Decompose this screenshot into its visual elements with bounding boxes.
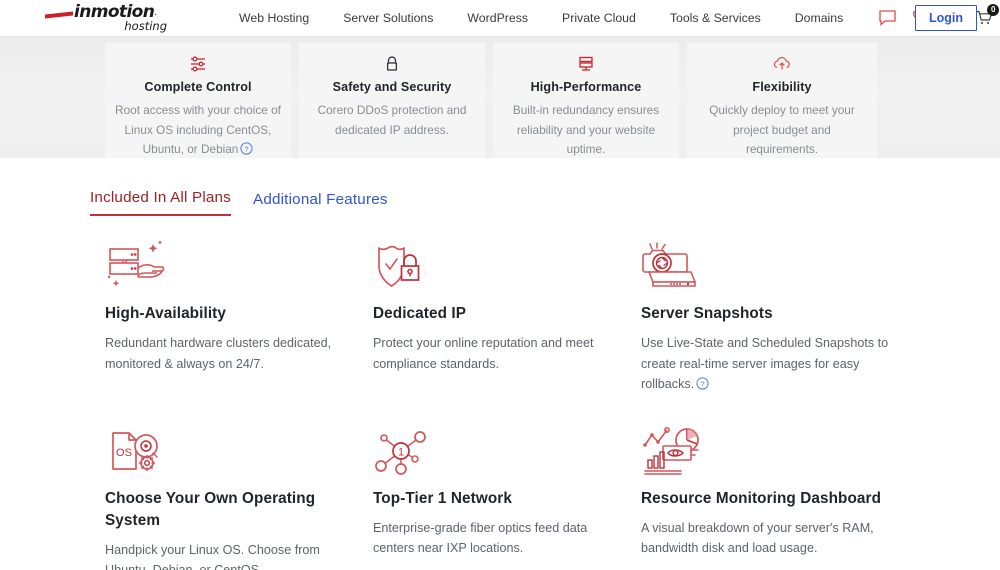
banner-card-safety-security: Safety and Security Corero DDoS protecti… [299, 43, 485, 158]
feature-server-snapshots: Server Snapshots Use Live-State and Sche… [641, 240, 909, 397]
feature-desc: Protect your online reputation and meet … [373, 336, 594, 371]
feature-title: Resource Monitoring Dashboard [641, 489, 882, 507]
banner-card-desc-text: Root access with your choice of Linux OS… [115, 103, 281, 156]
banner-card-complete-control: Complete Control Root access with your c… [105, 43, 291, 158]
banner-card-desc: Corero DDoS protection and dedicated IP … [317, 103, 467, 137]
feature-title: Choose Your Own Operating System [105, 489, 316, 529]
tab-additional-features[interactable]: Additional Features [253, 191, 388, 216]
banner-card-title: Complete Control [144, 80, 252, 94]
shield-padlock-icon [373, 240, 621, 296]
feature-desc: Enterprise-grade fiber optics feed data … [373, 520, 588, 556]
feature-high-availability: High-Availability Redundant hardware clu… [105, 240, 373, 397]
logo-dot: . [154, 7, 158, 18]
server-rack-icon [503, 54, 669, 74]
cloud-upload-icon [697, 54, 867, 74]
banner-card-desc: Root access with your choice of Linux OS… [115, 101, 281, 162]
logo-dash-icon [45, 11, 73, 18]
banner-card-high-performance: High-Performance Built-in redundancy ens… [493, 43, 679, 158]
cart-icon[interactable]: 0 [975, 4, 1000, 27]
feature-desc: Redundant hardware clusters dedicated, m… [105, 336, 332, 371]
server-in-hand-icon [105, 240, 353, 296]
feature-tabs: Included In All Plans Additional Feature… [90, 189, 1000, 216]
lock-icon [309, 54, 475, 74]
banner-card-group: Complete Control Root access with your c… [105, 43, 877, 158]
banner-card-title: High-Performance [530, 80, 642, 94]
inmotion-hosting-logo[interactable]: inmotion . hosting [45, 4, 177, 32]
nav-item-private-cloud[interactable]: Private Cloud [545, 11, 653, 25]
nav-item-web-hosting[interactable]: Web Hosting [222, 11, 326, 25]
banner-card-title: Safety and Security [332, 80, 452, 94]
feature-choose-operating-system: OS Choose Your Own Operating System Hand… [105, 425, 373, 570]
camera-snapshot-icon [641, 240, 889, 296]
feature-banner: Complete Control Root access with your c… [0, 37, 1000, 158]
help-icon[interactable]: ? [240, 142, 253, 162]
sliders-settings-icon [115, 54, 281, 74]
banner-card-desc: Quickly deploy to meet your project budg… [709, 103, 855, 156]
cart-count-badge: 0 [987, 4, 1000, 16]
svg-text:?: ? [245, 144, 249, 153]
feature-desc-text: Use Live-State and Scheduled Snapshots t… [641, 336, 889, 391]
feature-resource-monitoring-dashboard: Resource Monitoring Dashboard A visual b… [641, 425, 909, 570]
banner-card-flexibility: Flexibility Quickly deploy to meet your … [687, 43, 877, 158]
banner-card-desc: Built-in redundancy ensures reliability … [512, 103, 660, 156]
feature-desc: A visual breakdown of your server's RAM,… [641, 520, 874, 556]
main-nav: Web Hosting Server Solutions WordPress P… [222, 11, 860, 25]
feature-desc: Handpick your Linux OS. Choose from Ubun… [105, 542, 320, 570]
feature-top-tier-network: 1 Top-Tier 1 Network Enterprise-grade fi… [373, 425, 641, 570]
chat-icon[interactable] [878, 9, 897, 27]
feature-dedicated-ip: Dedicated IP Protect your online reputat… [373, 240, 641, 397]
nav-item-tools-services[interactable]: Tools & Services [653, 11, 778, 25]
site-header: inmotion . hosting Web Hosting Server So… [0, 0, 1000, 37]
features-grid: High-Availability Redundant hardware clu… [105, 240, 1000, 570]
os-disc-gear-icon: OS [105, 425, 353, 481]
feature-title: High-Availability [105, 305, 226, 322]
feature-desc: Use Live-State and Scheduled Snapshots t… [641, 333, 889, 397]
feature-title: Top-Tier 1 Network [373, 489, 512, 507]
nav-item-server-solutions[interactable]: Server Solutions [326, 11, 450, 25]
monitoring-dashboard-icon [641, 425, 889, 481]
svg-text:OS: OS [116, 447, 132, 459]
help-icon[interactable]: ? [696, 376, 709, 397]
feature-title: Server Snapshots [641, 305, 773, 322]
tab-included-in-all-plans[interactable]: Included In All Plans [90, 189, 231, 216]
svg-text:1: 1 [398, 446, 404, 458]
nav-item-wordpress[interactable]: WordPress [450, 11, 545, 25]
feature-title: Dedicated IP [373, 305, 467, 322]
nav-item-domains[interactable]: Domains [778, 11, 861, 25]
svg-text:?: ? [701, 379, 705, 388]
login-button[interactable]: Login [915, 5, 977, 31]
banner-card-title: Flexibility [752, 80, 812, 94]
network-nodes-icon: 1 [373, 425, 621, 481]
